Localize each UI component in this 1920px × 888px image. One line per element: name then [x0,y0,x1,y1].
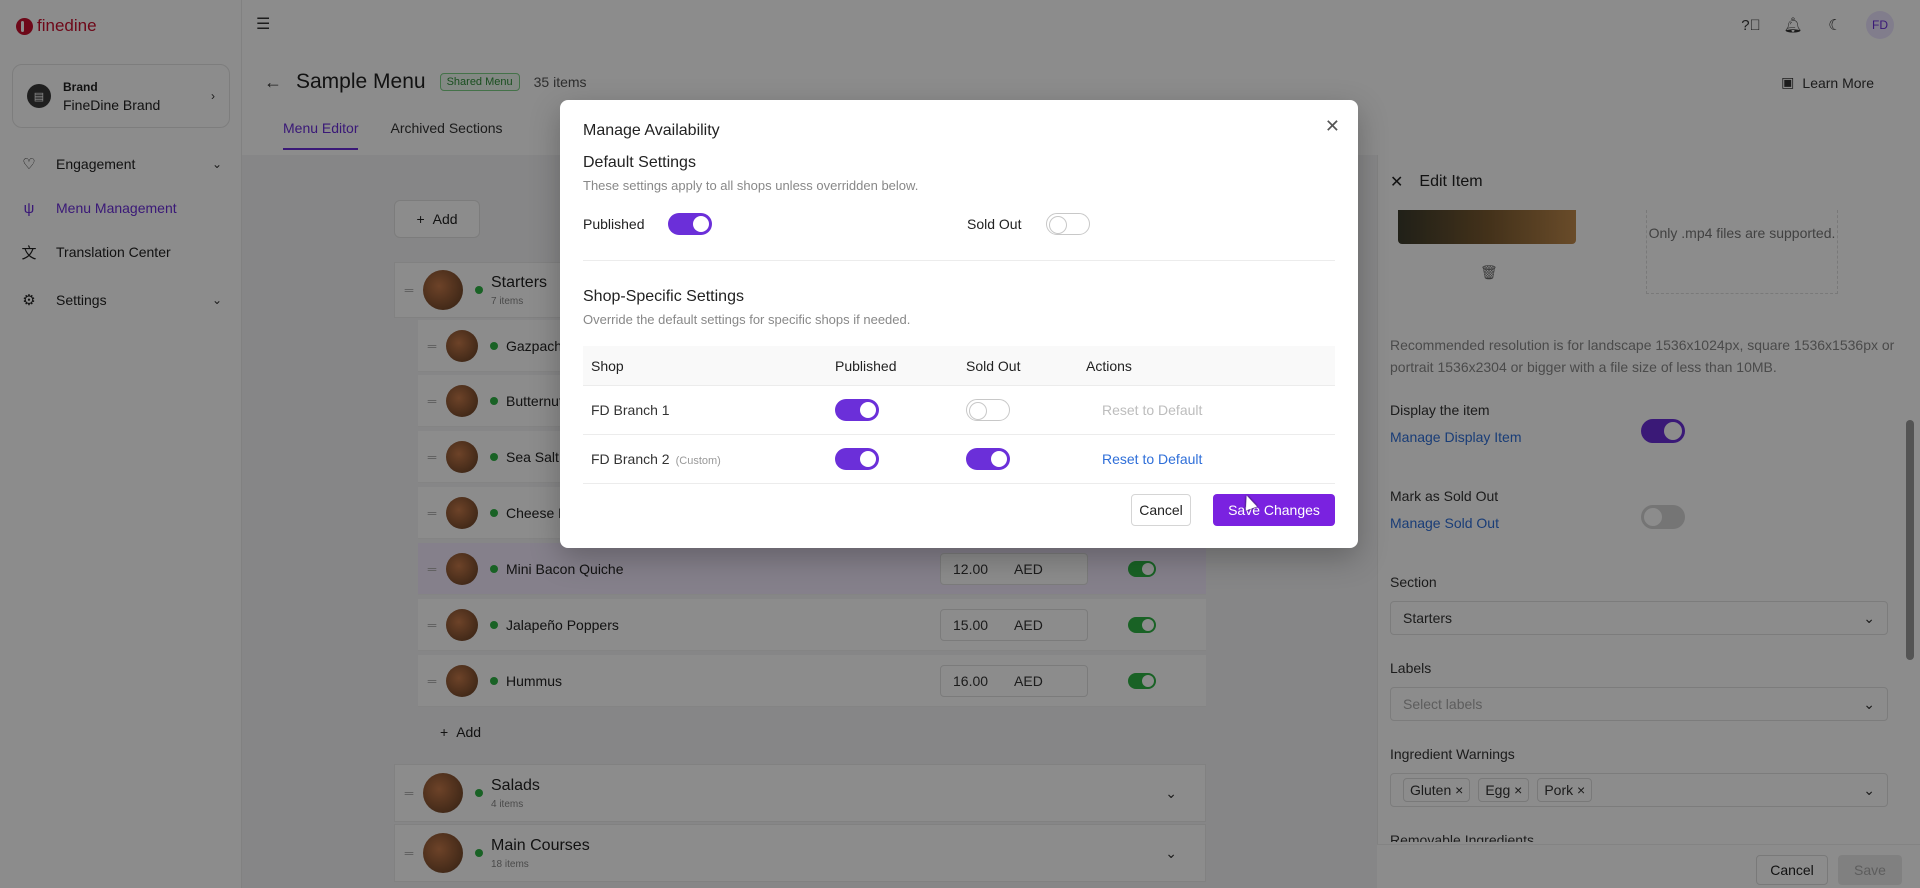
shop-published-toggle[interactable] [835,399,879,421]
shop-name: FD Branch 1 [591,402,670,418]
shop-sold-out-toggle[interactable] [966,399,1010,421]
divider [583,260,1335,261]
default-sold-out-toggle[interactable] [1046,213,1090,235]
table-row: FD Branch 2 (Custom) Reset to Default [583,435,1335,484]
shop-settings-desc: Override the default settings for specif… [583,312,911,327]
sold-out-label: Sold Out [967,216,1022,232]
col-actions: Actions [1086,357,1132,374]
table-row: FD Branch 1 Reset to Default [583,386,1335,435]
custom-tag: (Custom) [675,455,721,467]
col-shop: Shop [591,357,624,374]
shop-table: Shop Published Sold Out Actions FD Branc… [583,346,1335,484]
reset-to-default-link: Reset to Default [1102,402,1203,418]
shop-settings-title: Shop-Specific Settings [583,288,744,305]
manage-availability-modal: Manage Availability ✕ Default Settings T… [560,100,1358,548]
shop-published-toggle[interactable] [835,448,879,470]
default-settings-title: Default Settings [583,154,696,171]
table-header: Shop Published Sold Out Actions [583,346,1335,386]
col-sold-out: Sold Out [966,357,1021,374]
col-published: Published [835,357,897,374]
cancel-button[interactable]: Cancel [1131,494,1191,526]
save-changes-button[interactable]: Save Changes [1213,494,1335,526]
reset-to-default-link[interactable]: Reset to Default [1102,451,1202,467]
shop-name: FD Branch 2 [591,451,670,467]
close-icon[interactable]: ✕ [1325,116,1340,137]
default-published-toggle[interactable] [668,213,712,235]
published-label: Published [583,216,645,232]
modal-title: Manage Availability [583,122,720,139]
shop-sold-out-toggle[interactable] [966,448,1010,470]
default-settings-desc: These settings apply to all shops unless… [583,178,919,193]
